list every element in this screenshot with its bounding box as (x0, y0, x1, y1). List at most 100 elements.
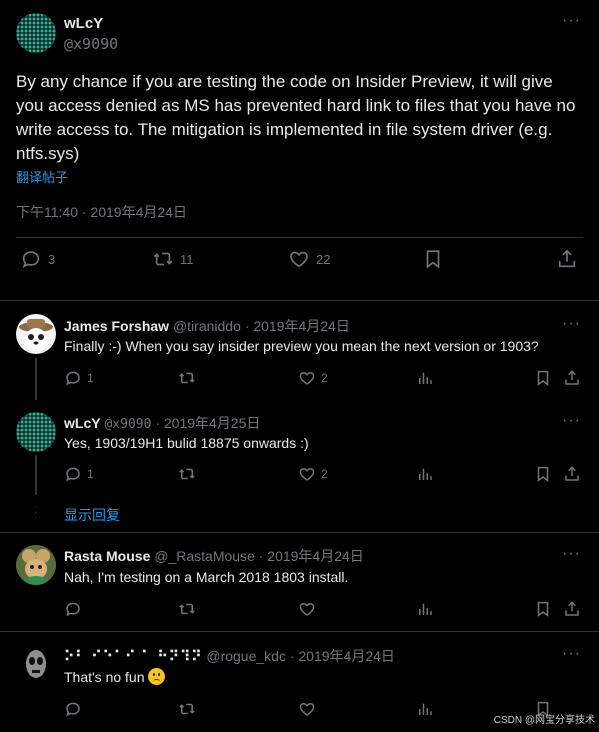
author-handle[interactable]: @x9090 (64, 35, 118, 53)
reply-actions: 1 2 (64, 369, 583, 391)
reply-text: Nah, I'm testing on a March 2018 1803 in… (64, 569, 349, 585)
more-options-icon[interactable]: ··· (562, 545, 581, 563)
heart-icon (298, 700, 316, 718)
author-name[interactable]: wLcY (64, 15, 103, 32)
bookmark-button[interactable] (422, 248, 444, 270)
bookmark-button[interactable] (534, 600, 552, 618)
like-button[interactable]: 22 (288, 248, 330, 270)
reply-count: 1 (87, 467, 94, 481)
analytics-icon (416, 600, 434, 618)
main-tweet: wLcY @x9090 ··· By any chance if you are… (0, 0, 599, 301)
share-button[interactable] (563, 600, 581, 618)
author-avatar[interactable] (16, 545, 56, 585)
retweet-count: 11 (180, 251, 194, 267)
reply-icon (64, 369, 82, 387)
retweet-button[interactable]: 11 (152, 248, 194, 270)
reply-date[interactable]: · 2019年4月24日 (290, 648, 395, 664)
share-button[interactable] (563, 465, 581, 483)
reply-button[interactable] (64, 600, 82, 618)
author-name[interactable]: Rasta Mouse (64, 548, 150, 564)
retweet-icon (178, 465, 196, 483)
retweet-button[interactable] (178, 465, 196, 483)
bookmark-icon (534, 465, 552, 483)
heart-icon (288, 248, 310, 270)
more-options-icon[interactable]: ··· (562, 645, 581, 663)
more-options-icon[interactable]: ··· (562, 412, 581, 430)
author-avatar[interactable] (16, 412, 56, 452)
author-handle[interactable]: @rogue_kdc (206, 648, 286, 664)
bookmark-icon (534, 600, 552, 618)
like-button[interactable]: 2 (298, 465, 328, 483)
bookmark-button[interactable] (534, 465, 552, 483)
reply-icon (64, 465, 82, 483)
more-options-icon[interactable]: ··· (562, 315, 581, 333)
share-button[interactable] (563, 369, 581, 387)
show-replies-link[interactable]: 显示回复 (64, 505, 120, 525)
bookmark-button[interactable] (534, 369, 552, 387)
heart-icon (298, 465, 316, 483)
reply-actions: 1 2 (64, 465, 583, 487)
reply-button[interactable]: 3 (20, 248, 55, 270)
tweet-text: By any chance if you are testing the cod… (16, 72, 576, 163)
share-button[interactable] (556, 248, 578, 270)
reply-count: 1 (87, 371, 94, 385)
translate-link[interactable]: 翻译帖子 (16, 167, 68, 186)
reply-text: Finally :-) When you say insider preview… (64, 338, 539, 354)
heart-icon (298, 369, 316, 387)
retweet-button[interactable] (178, 700, 196, 718)
author-avatar[interactable] (16, 13, 56, 53)
tweet-timestamp[interactable]: 下午11:40 · 2019年4月24日 (16, 202, 187, 222)
author-name[interactable]: wLcY (64, 415, 101, 431)
retweet-icon (152, 248, 174, 270)
reply-tweet: James Forshaw @tiraniddo · 2019年4月24日 ··… (0, 301, 599, 401)
reply-tweet: wLcY @x9090 · 2019年4月25日 ··· Yes, 1903/1… (0, 399, 599, 499)
author-name[interactable]: ⠕⠃ ⠊⠑⠁⠊ ⠁ ⠓⠝⠹⠝ (64, 648, 202, 664)
bookmark-icon (534, 369, 552, 387)
reply-header: James Forshaw @tiraniddo · 2019年4月24日 (64, 316, 350, 336)
tweet-actions: 3 11 22 (16, 248, 583, 276)
reply-button[interactable] (64, 700, 82, 718)
author-avatar[interactable] (16, 314, 56, 354)
reply-count: 3 (48, 251, 56, 267)
analytics-icon (416, 700, 434, 718)
retweet-icon (178, 600, 196, 618)
views-button[interactable] (416, 600, 434, 618)
like-button[interactable] (298, 600, 316, 618)
reply-header: ⠕⠃ ⠊⠑⠁⠊ ⠁ ⠓⠝⠹⠝ @rogue_kdc · 2019年4月24日 (64, 646, 395, 666)
reply-icon (64, 600, 82, 618)
heart-icon (298, 600, 316, 618)
share-icon (556, 248, 578, 270)
reply-text: That's no fun (64, 669, 145, 685)
reply-header: wLcY @x9090 · 2019年4月25日 (64, 413, 260, 433)
reply-header: Rasta Mouse @_RastaMouse · 2019年4月24日 (64, 546, 364, 566)
reply-date[interactable]: · 2019年4月24日 (259, 548, 364, 564)
author-handle[interactable]: @tiraniddo (173, 318, 241, 334)
author-name[interactable]: James Forshaw (64, 318, 169, 334)
like-count: 2 (321, 467, 328, 481)
reply-date[interactable]: · 2019年4月24日 (245, 318, 350, 334)
retweet-icon (178, 369, 196, 387)
share-icon (563, 600, 581, 618)
retweet-button[interactable] (178, 600, 196, 618)
share-icon (563, 465, 581, 483)
author-handle[interactable]: @_RastaMouse (154, 548, 255, 564)
like-button[interactable]: 2 (298, 369, 328, 387)
reply-button[interactable]: 1 (64, 465, 94, 483)
frowning-face-icon (147, 668, 165, 685)
analytics-icon (416, 369, 434, 387)
reply-date[interactable]: · 2019年4月25日 (155, 415, 260, 431)
like-button[interactable] (298, 700, 316, 718)
retweet-icon (178, 700, 196, 718)
reply-text: Yes, 1903/19H1 bulid 18875 onwards :) (64, 435, 309, 451)
reply-button[interactable]: 1 (64, 369, 94, 387)
reply-icon (64, 700, 82, 718)
reply-tweet: Rasta Mouse @_RastaMouse · 2019年4月24日 ··… (0, 533, 599, 631)
author-avatar[interactable] (16, 644, 56, 684)
retweet-button[interactable] (178, 369, 196, 387)
author-handle[interactable]: @x9090 (104, 417, 151, 432)
more-options-icon[interactable]: ··· (562, 12, 581, 30)
share-icon (563, 369, 581, 387)
views-button[interactable] (416, 369, 434, 387)
views-button[interactable] (416, 700, 434, 718)
views-button[interactable] (416, 465, 434, 483)
